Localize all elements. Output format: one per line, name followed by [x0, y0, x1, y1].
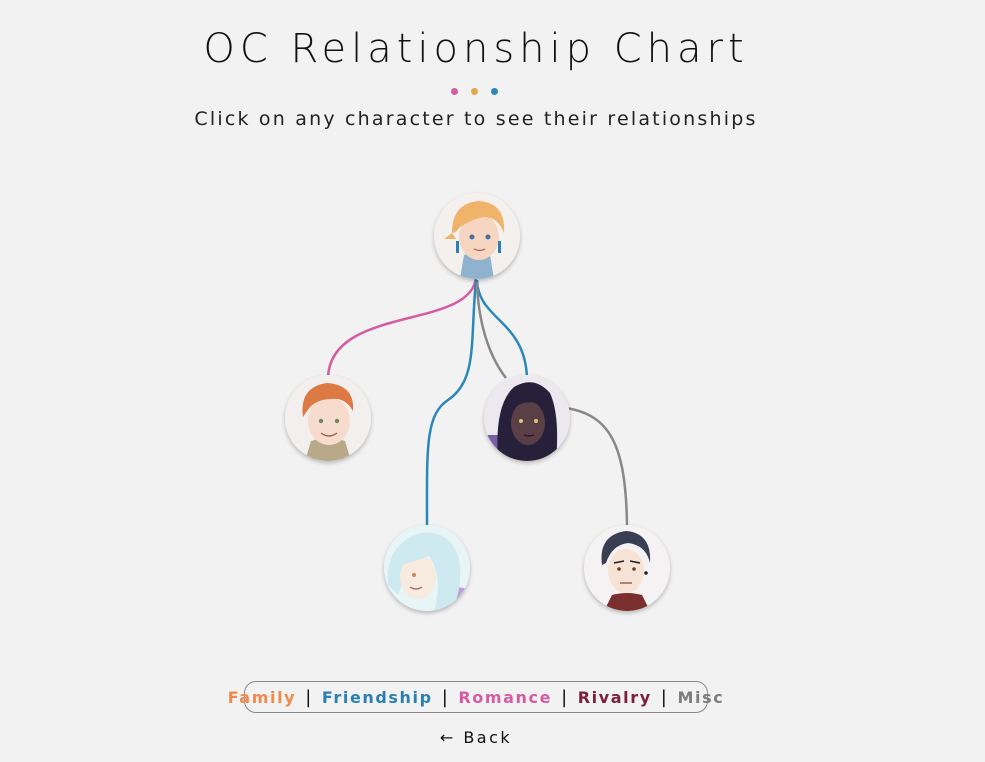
edge-friendship-blonde-silver — [425, 279, 478, 527]
legend-family: Family — [227, 687, 297, 707]
legend-friendship: Friendship — [321, 687, 433, 707]
legend-rivalry: Rivalry — [577, 687, 652, 707]
legend-misc: Misc — [677, 687, 725, 707]
relationship-legend: Family | Friendship | Romance | Rivalry … — [228, 681, 723, 713]
character-node-dark-haired[interactable] — [484, 375, 570, 461]
legend-separator: | — [660, 686, 669, 708]
character-node-ginger[interactable] — [285, 375, 371, 461]
legend-separator: | — [561, 686, 569, 708]
character-node-blonde-elf[interactable] — [434, 193, 520, 279]
legend-separator: | — [305, 686, 313, 708]
character-node-silver-haired[interactable] — [384, 525, 470, 611]
legend-romance: Romance — [458, 687, 553, 707]
edge-misc-dark-black — [565, 406, 629, 527]
legend-separator: | — [441, 686, 450, 708]
edge-romance-blonde-ginger — [326, 277, 478, 379]
relationship-lines — [326, 277, 629, 527]
character-node-black-haired[interactable] — [584, 525, 670, 611]
back-link[interactable]: ← Back — [0, 728, 952, 747]
